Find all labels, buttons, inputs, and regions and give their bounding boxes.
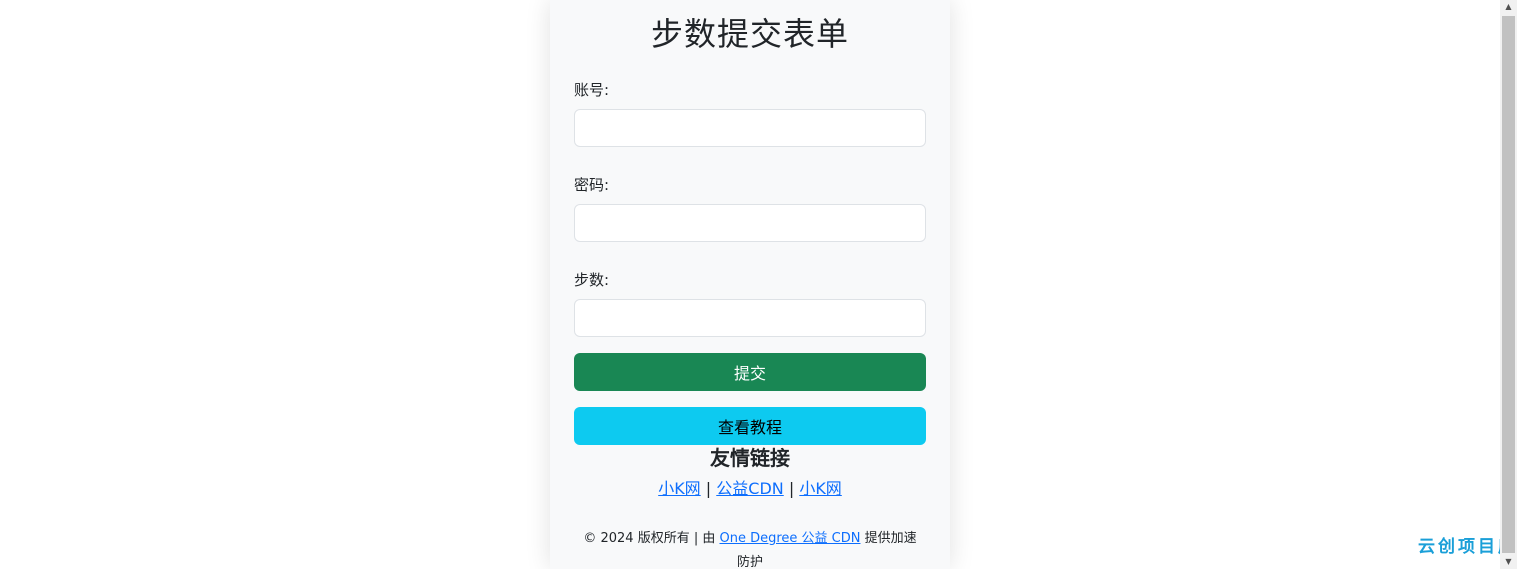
submit-button[interactable]: 提交 (574, 353, 926, 391)
footer-prefix: © 2024 版权所有 | 由 (583, 531, 716, 546)
scroll-thumb[interactable] (1502, 16, 1515, 553)
footer-cdn-link[interactable]: One Degree 公益 CDN (719, 531, 860, 546)
password-label: 密码: (574, 176, 610, 194)
steps-label: 步数: (574, 271, 610, 289)
account-group: 账号: (574, 80, 926, 147)
view-tutorial-button[interactable]: 查看教程 (574, 407, 926, 445)
form-card: 步数提交表单 账号: 密码: 步数: 提交 查看教程 友情链接 小K网 | 公益… (550, 0, 950, 569)
link-separator: | (705, 479, 712, 498)
link-separator: | (788, 479, 795, 498)
friend-links: 小K网 | 公益CDN | 小K网 (574, 477, 926, 501)
steps-input[interactable] (574, 299, 926, 337)
friend-link-xiaok-1[interactable]: 小K网 (658, 479, 701, 498)
page-title: 步数提交表单 (650, 15, 849, 53)
scroll-up-icon[interactable]: ▲ (1500, 0, 1517, 14)
watermark-logo: 云创项目库 (1418, 537, 1500, 557)
page-scrollbar[interactable]: ▲ ▼ (1500, 0, 1517, 569)
steps-group: 步数: (574, 270, 926, 337)
friend-links-title: 友情链接 (710, 446, 790, 470)
friend-link-public-cdn[interactable]: 公益CDN (716, 479, 783, 498)
footer: © 2024 版权所有 | 由 One Degree 公益 CDN 提供加速防护 (574, 527, 926, 569)
account-label: 账号: (574, 81, 610, 99)
password-group: 密码: (574, 175, 926, 242)
account-input[interactable] (574, 109, 926, 147)
scroll-down-icon[interactable]: ▼ (1500, 555, 1517, 569)
password-input[interactable] (574, 204, 926, 242)
friend-link-xiaok-2[interactable]: 小K网 (799, 479, 842, 498)
